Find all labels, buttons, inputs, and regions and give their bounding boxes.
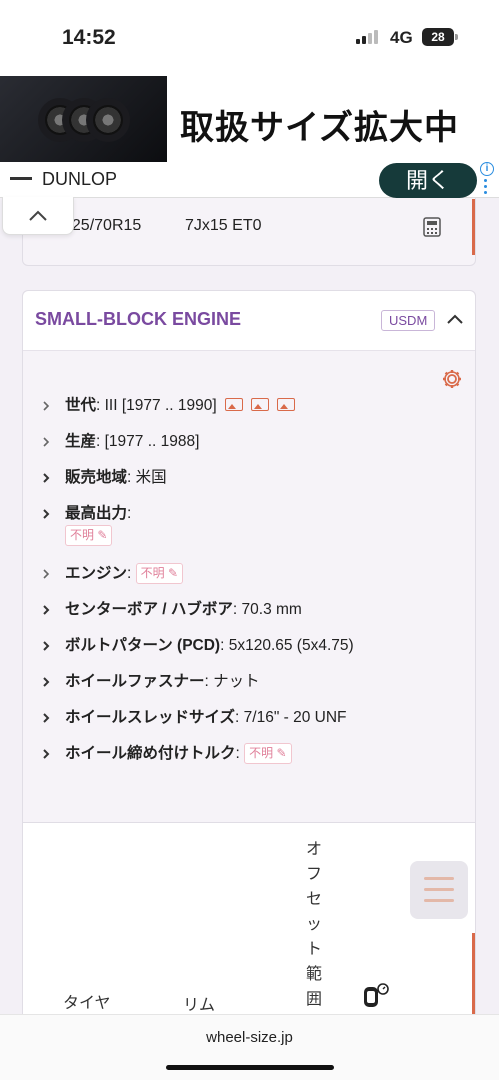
spec-value: : 米国 [127,469,167,486]
ad-info-icon[interactable]: i [480,162,494,176]
chevron-right-icon [43,641,50,651]
spec-label: センターボア / ハブボア [65,601,233,618]
spec-value: : 70.3 mm [232,601,302,618]
home-indicator [166,1065,334,1070]
spec-label: ホイール締め付けトルク [65,745,236,762]
row-accent-bar [472,199,475,255]
spec-label: ホイールスレッドサイズ [65,709,236,726]
status-time: 14:52 [62,26,116,49]
dunlop-logo-icon [10,177,32,180]
market-badge: USDM [381,310,436,331]
column-header-rim: リム [183,997,216,1014]
chevron-right-icon [43,437,50,447]
chevron-right-icon [43,473,50,483]
spec-value: : [235,745,240,762]
spec-value: : ナット [204,673,260,690]
ad-open-button[interactable]: 開く [379,163,477,198]
unknown-edit-badge[interactable]: 不明 ✎ [135,563,184,584]
chevron-up-icon [29,210,47,221]
fitment-tire-size: 225/70R15 [63,217,142,234]
address-bar[interactable]: wheel-size.jp [0,1029,499,1046]
web-page: 225/70R15 7Jx15 ET0 取扱サイズ拡大中 DUNLOP 開く i… [0,76,499,1014]
menu-button[interactable] [410,861,468,919]
image-icon[interactable] [224,398,243,411]
spec-label: 生産 [65,433,97,450]
unknown-label: 不明 [249,746,274,760]
ad-headline: 取扱サイズ拡大中 [180,109,459,147]
spec-row-engine[interactable]: エンジン: 不明 ✎ [41,563,461,599]
image-icon[interactable] [276,398,295,411]
ad-banner[interactable]: 取扱サイズ拡大中 DUNLOP 開く i [0,76,499,198]
spec-row-torque[interactable]: ホイール締め付けトルク: 不明 ✎ [41,743,461,779]
spec-row-center-bore[interactable]: センターボア / ハブボア: 70.3 mm [41,599,461,635]
image-icon[interactable] [250,398,269,411]
spec-label: エンジン [65,565,128,582]
fitment-rim-size: 7Jx15 ET0 [185,217,262,234]
unknown-edit-badge[interactable]: 不明 ✎ [244,743,292,764]
spec-value: : 5x120.65 (5x4.75) [220,637,354,654]
battery-icon: 28 [422,28,458,46]
spec-value: : III [1977 .. 1990] [96,397,217,414]
signal-icon [356,30,378,44]
chevron-right-icon [43,605,50,615]
spec-label: ボルトパターン (PCD) [65,637,221,654]
engine-title: SMALL-BLOCK ENGINE [35,309,241,329]
spec-row-thread-size[interactable]: ホイールスレッドサイズ: 7/16" - 20 UNF [41,707,461,743]
column-header-offset: オフセット範囲 [305,841,322,1008]
chevron-right-icon [43,713,50,723]
unknown-label: 不明 [70,528,95,542]
chevron-up-icon[interactable] [446,313,464,325]
column-header-tire: タイヤ [63,995,111,1012]
spec-row-bolt-pattern[interactable]: ボルトパターン (PCD): 5x120.65 (5x4.75) [41,635,461,671]
ad-more-icon[interactable] [484,179,488,197]
spec-label: 世代 [65,397,97,414]
chevron-right-icon [43,569,50,579]
spec-row-market[interactable]: 販売地域: 米国 [41,467,461,503]
fitment-card: 225/70R15 7Jx15 ET0 [22,186,476,266]
spec-label: 販売地域 [65,469,128,486]
spec-row-max-power[interactable]: 最高出力: 不明 ✎ [41,503,461,563]
spec-row-production[interactable]: 生産: [1977 .. 1988] [41,431,461,467]
fitment-table: オフセット範囲 タイヤ リム [22,822,476,1014]
spec-row-fastener[interactable]: ホイールファスナー: ナット [41,671,461,707]
network-type: 4G [390,28,413,47]
calculator-icon[interactable] [423,217,441,237]
ad-collapse-button[interactable] [2,197,74,235]
chevron-right-icon [43,509,50,519]
spec-label: 最高出力 [65,505,128,522]
spec-row-generation[interactable]: 世代: III [1977 .. 1990] [41,395,461,431]
row-accent-bar [472,933,475,1014]
ad-brand: DUNLOP [42,169,118,189]
chevron-right-icon [43,401,50,411]
engine-card-header[interactable]: SMALL-BLOCK ENGINE USDM [23,291,475,351]
gear-icon[interactable] [441,368,463,390]
tpms-icon [364,983,389,1007]
unknown-edit-badge[interactable]: 不明 ✎ [65,525,113,546]
spec-value: : [127,565,132,582]
chevron-right-icon [43,749,50,759]
spec-value: : [1977 .. 1988] [96,433,200,450]
chevron-right-icon [43,677,50,687]
spec-label: ホイールファスナー [65,673,205,690]
spec-value: : 7/16" - 20 UNF [235,709,347,726]
ad-tire-image [0,76,167,162]
unknown-label: 不明 [140,566,165,580]
spec-value: : [127,505,132,522]
browser-bottom-bar: wheel-size.jp [0,1014,499,1080]
spec-list: 世代: III [1977 .. 1990] 生産: [1977 .. 1988… [41,395,461,779]
status-bar: 14:52 4G 28 [0,0,499,76]
